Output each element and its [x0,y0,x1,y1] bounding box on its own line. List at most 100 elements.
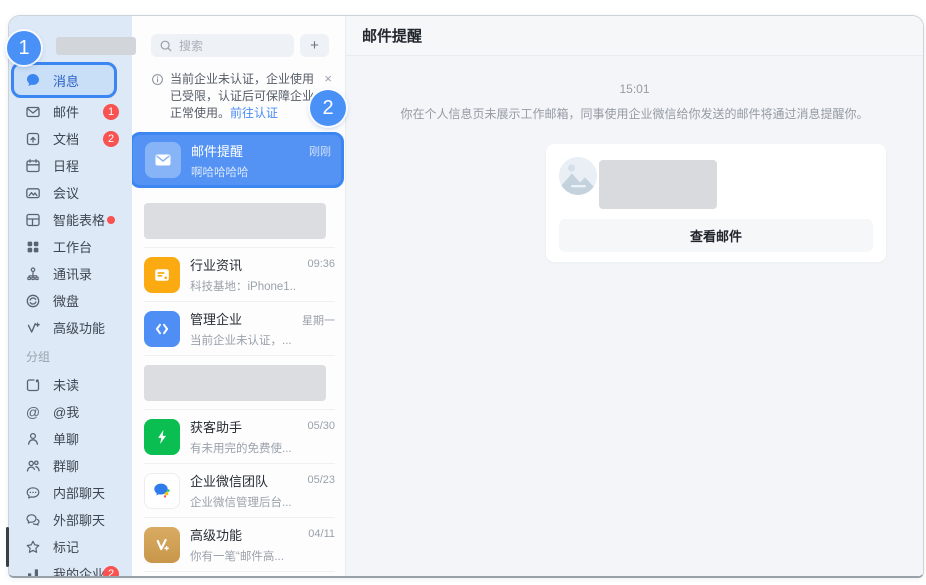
sidebar-item-mentions[interactable]: @ @我 [9,398,132,425]
chat-title: 邮件提醒 [191,141,299,160]
sidebar-item-label: 高级功能 [53,318,105,337]
chat-item-wecom-team[interactable]: 企业微信团队 企业微信管理后台... 05/23 [144,464,335,518]
search-icon [159,39,173,53]
sidebar-item-label: 单聊 [53,429,79,448]
conversation-body: 15:01 你在个人信息页未展示工作邮箱，同事使用企业微信给你发送的邮件将通过消… [346,56,923,576]
chat-item-redacted[interactable] [144,194,335,248]
left-edge-scrollbar[interactable] [6,527,9,567]
sidebar-item-group-chat[interactable]: 群聊 [9,452,132,479]
sidebar-item-unread[interactable]: 未读 [9,371,132,398]
mail-reminder-icon [145,142,181,178]
manage-enterprise-icon [144,311,180,347]
industry-news-icon [144,257,180,293]
sidebar-item-label: 文档 [53,129,79,148]
sidebar-item-label: @我 [53,402,79,421]
unread-badge: 1 [103,104,119,120]
sidebar: 消息 邮件 1 文档 2 日程 [9,16,132,576]
sidebar-item-advanced[interactable]: 高级功能 [9,314,132,341]
sidebar-item-workbench[interactable]: 工作台 [9,233,132,260]
drive-icon [25,293,41,309]
chat-subtitle: 你有一笔“邮件高... [190,548,298,564]
conversation-panel: 邮件提醒 15:01 你在个人信息页未展示工作邮箱，同事使用企业微信给你发送的邮… [346,16,923,576]
enterprise-bars-icon [25,566,41,579]
chat-title: 管理企业 [190,309,292,328]
conversation-title: 邮件提醒 [362,25,422,46]
verification-banner: 当前企业未认证，企业使用已受限，认证后可保障企业正常使用。前往认证 × [132,57,345,132]
search-input[interactable]: 搜索 [151,34,294,57]
chat-item-industry-news[interactable]: 行业资讯 科技基地：iPhone1... 09:36 [144,248,335,302]
chat-item-advanced-features[interactable]: 高级功能 你有一笔“邮件高... 04/11 [144,518,335,572]
add-button[interactable]: + [300,34,329,57]
annotation-step-1: 1 [7,31,41,65]
unread-badge: 2 [103,566,119,579]
sidebar-item-single-chat[interactable]: 单聊 [9,425,132,452]
chat-subtitle: 企业微信管理后台... [190,494,297,510]
chat-item-mail-reminder[interactable]: 邮件提醒 啊哈哈哈哈 刚刚 [132,132,344,188]
conversation-header: 邮件提醒 [346,16,923,56]
mail-icon [25,104,41,120]
sidebar-item-marked[interactable]: 标记 [9,533,132,560]
sidebar-item-label: 标记 [53,537,79,556]
wecom-logo-icon [144,473,180,509]
sidebar-item-internal-chat[interactable]: 内部聊天 [9,479,132,506]
org-chart-icon [25,266,41,282]
double-bubble-icon [25,512,41,528]
advanced-features-badge-icon [144,527,180,563]
calendar-icon [25,158,41,174]
chat-time: 05/30 [307,420,335,432]
lightning-icon [144,419,180,455]
sidebar-item-my-enterprise[interactable]: 我的企业 2 [9,560,132,578]
chat-item-manage-enterprise[interactable]: 管理企业 当前企业未认证，... 星期一 [144,302,335,356]
unread-badge: 2 [103,131,119,147]
sidebar-item-smart-table[interactable]: 智能表格 [9,206,132,233]
document-upload-icon [25,131,41,147]
sidebar-item-contacts[interactable]: 通讯录 [9,260,132,287]
sidebar-item-label: 内部聊天 [53,483,105,502]
redacted-block [144,365,326,401]
wecom-main-window: 消息 邮件 1 文档 2 日程 [8,15,924,578]
annotation-step-2: 2 [310,90,346,126]
chat-title: 获客助手 [190,417,297,436]
table-grid-icon [25,212,41,228]
person-icon [25,431,41,447]
sidebar-item-label: 微盘 [53,291,79,310]
workbench-grid-icon [25,239,41,255]
sender-avatar [559,157,597,195]
advanced-features-icon [25,320,41,336]
sidebar-item-label: 日程 [53,156,79,175]
view-mail-button[interactable]: 查看邮件 [559,219,873,252]
sidebar-item-meeting[interactable]: 会议 [9,179,132,206]
chat-time: 05/23 [307,474,335,486]
system-notice: 你在个人信息页未展示工作邮箱，同事使用企业微信给你发送的邮件将通过消息提醒你。 [346,105,923,122]
sidebar-item-schedule[interactable]: 日程 [9,152,132,179]
sidebar-section-groups: 分组 [9,341,132,371]
sidebar-item-label: 通讯录 [53,264,92,283]
mail-message-card: 查看邮件 [546,144,886,262]
bubble-dots-icon [25,485,41,501]
sidebar-item-external-chat[interactable]: 外部聊天 [9,506,132,533]
chat-subtitle: 科技基地：iPhone1... [190,278,297,294]
sidebar-item-messages[interactable]: 消息 [11,62,117,98]
message-timestamp: 15:01 [346,82,923,96]
unread-square-icon [25,377,41,393]
chat-title: 高级功能 [190,525,298,544]
sidebar-item-label: 工作台 [53,237,92,256]
chat-time: 09:36 [307,258,335,270]
org-name-redacted [56,37,136,55]
chat-subtitle: 当前企业未认证，... [190,332,292,348]
sidebar-item-label: 会议 [53,183,79,202]
sidebar-item-label: 邮件 [53,102,79,121]
chat-list: 邮件提醒 啊哈哈哈哈 刚刚 行业资讯 科技基地：iPhone1... [132,132,345,576]
screenshot-stage: 消息 邮件 1 文档 2 日程 [0,0,926,585]
chat-item-customer-assistant[interactable]: 获客助手 有未用完的免费使... 05/30 [144,410,335,464]
chat-item-redacted[interactable] [144,356,335,410]
sidebar-item-label: 未读 [53,375,79,394]
close-icon[interactable]: × [324,71,332,86]
meeting-icon [25,185,41,201]
chat-title: 企业微信团队 [190,471,297,490]
go-verify-link[interactable]: 前往认证 [230,106,278,120]
mail-subject-redacted [599,160,717,209]
sidebar-item-docs[interactable]: 文档 2 [9,125,132,152]
sidebar-item-drive[interactable]: 微盘 [9,287,132,314]
sidebar-item-mail[interactable]: 邮件 1 [9,98,132,125]
